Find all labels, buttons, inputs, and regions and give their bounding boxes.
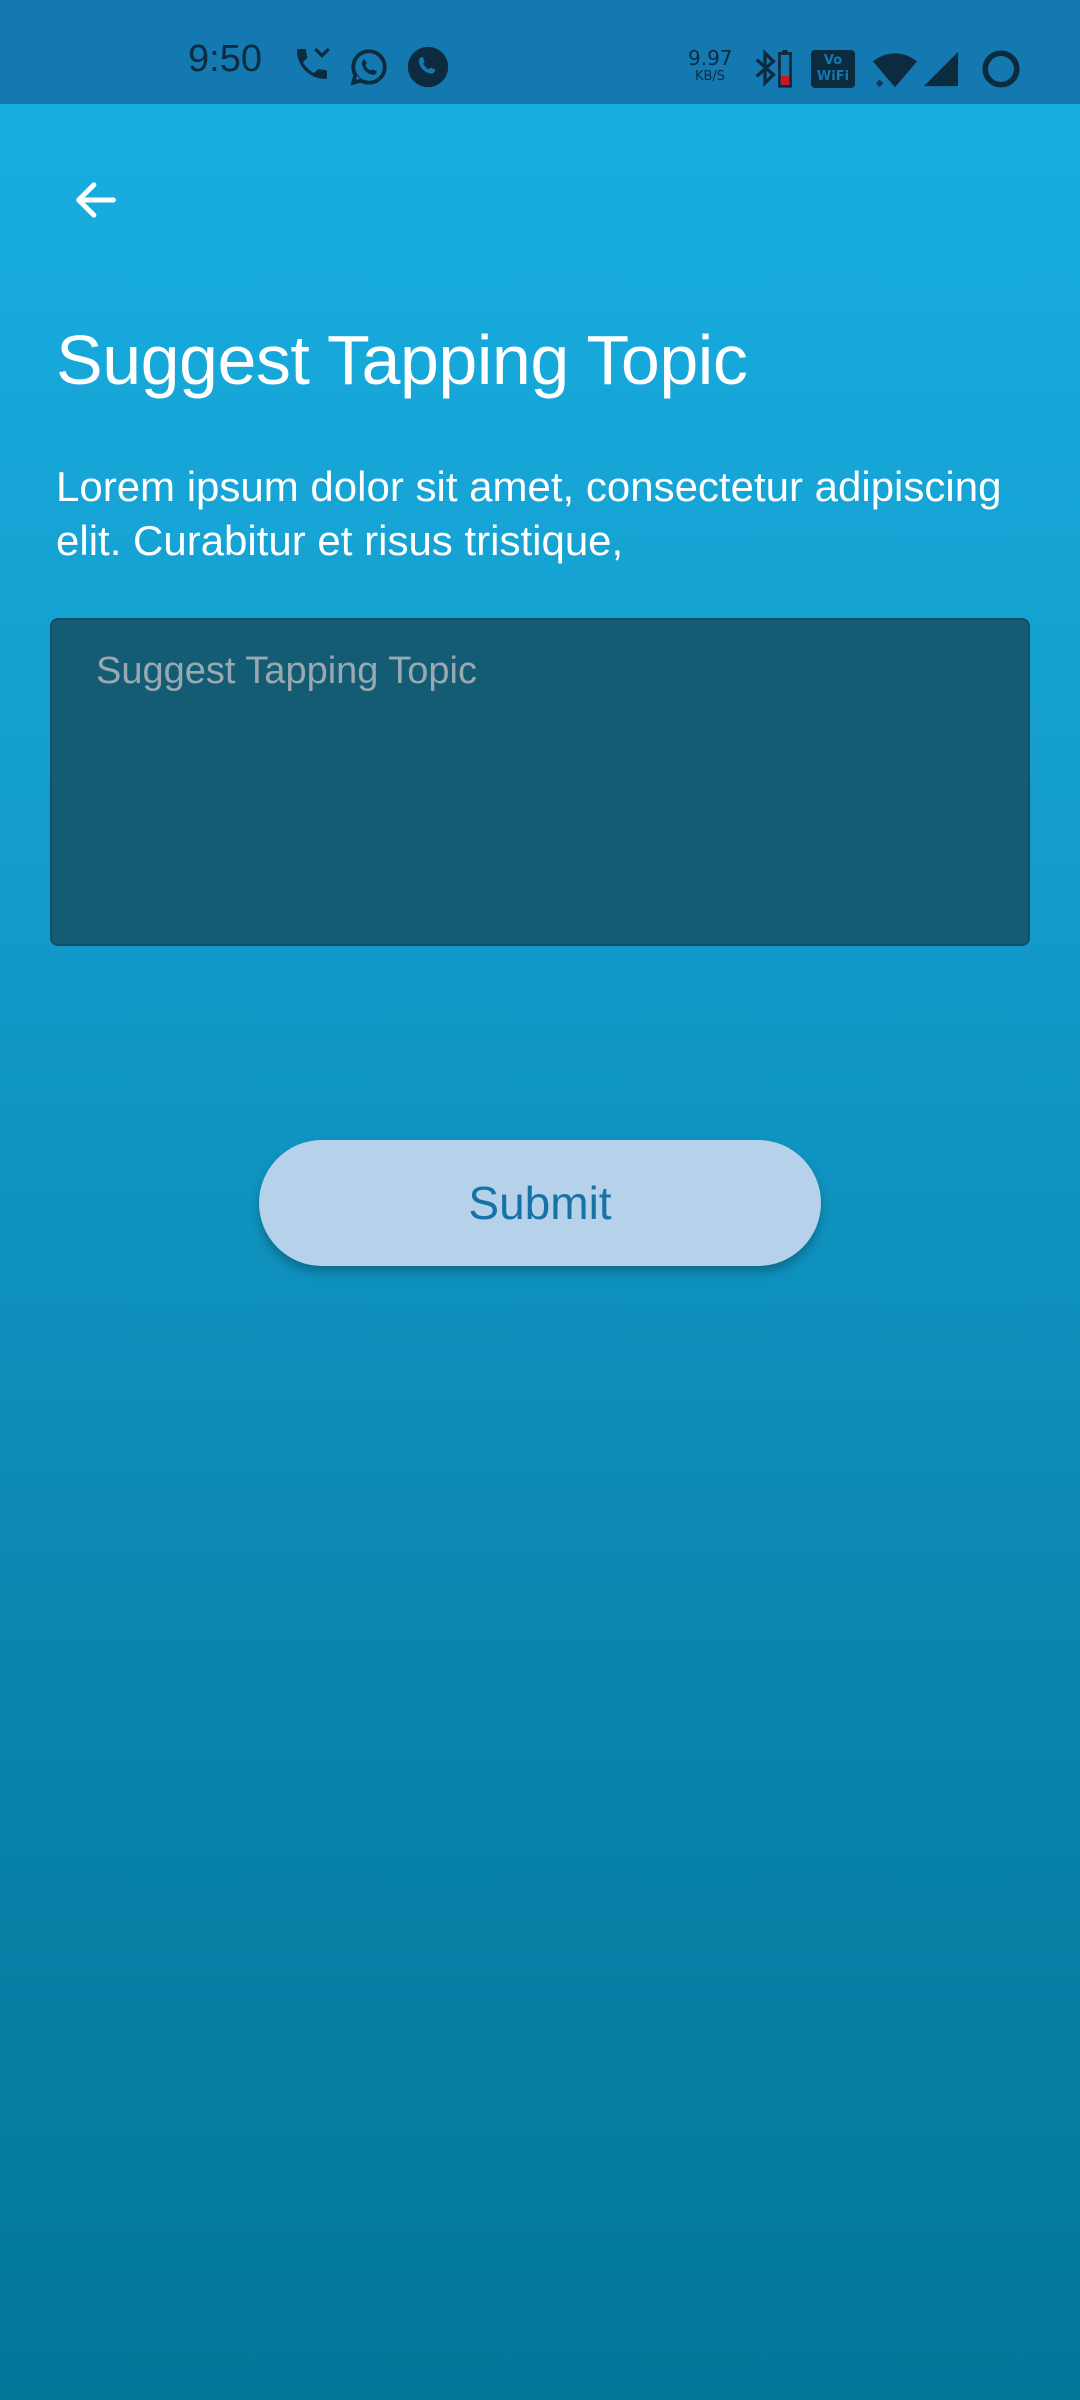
page-description: Lorem ipsum dolor sit amet, consectetur … [56, 463, 1002, 564]
status-bar: 9:50 9.97 KB/S Vo WiFi [0, 0, 1080, 104]
vowifi-bottom-label: WiFi [816, 69, 850, 84]
back-button[interactable] [56, 160, 136, 240]
phone-call-icon [407, 46, 449, 88]
status-time: 9:50 [188, 38, 262, 80]
loading-ring-icon [982, 50, 1020, 88]
submit-button[interactable]: Submit [259, 1140, 821, 1266]
wifi-icon [872, 53, 918, 88]
battery-icon [778, 50, 792, 88]
page-title: Suggest Tapping Topic [56, 321, 748, 399]
signal-icon [923, 51, 959, 87]
vowifi-top-label: Vo [823, 53, 843, 68]
network-speed: 9.97 KB/S [688, 46, 733, 84]
whatsapp-icon [350, 49, 387, 86]
network-speed-unit: KB/S [694, 69, 726, 84]
vowifi-icon: Vo WiFi [811, 50, 855, 88]
missed-call-icon [297, 47, 330, 79]
network-speed-value: 9.97 [688, 46, 733, 70]
bluetooth-icon [755, 48, 776, 88]
topic-suggestion-input[interactable] [50, 618, 1030, 946]
arrow-left-icon [76, 182, 116, 218]
